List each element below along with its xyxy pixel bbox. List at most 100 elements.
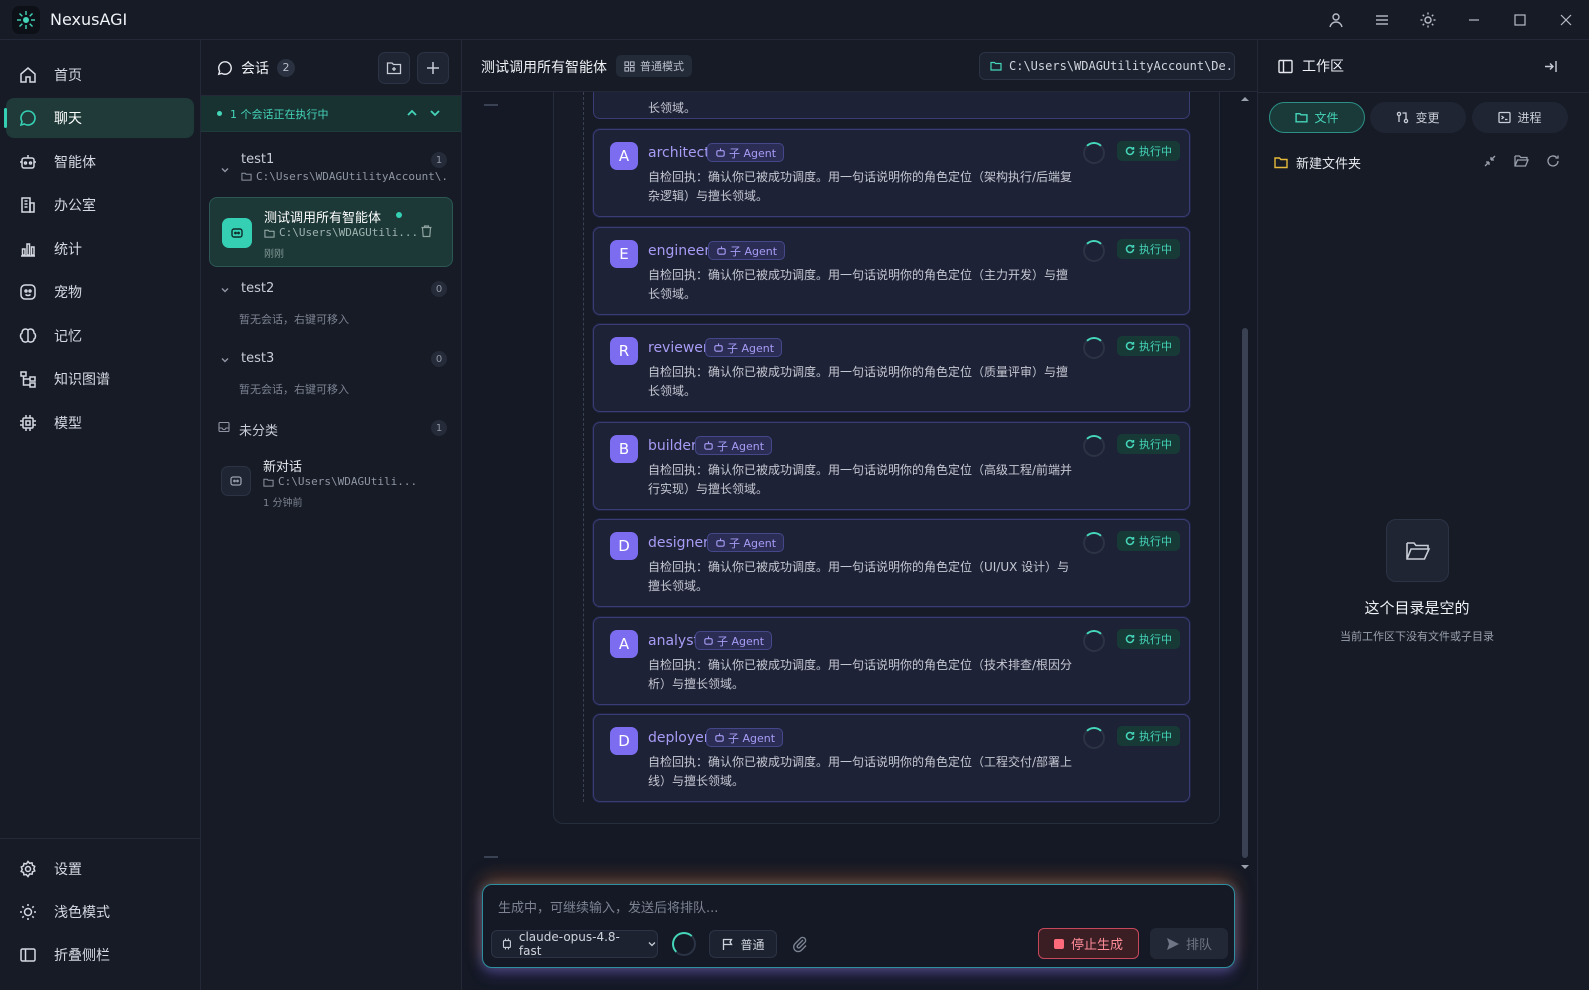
nav-item-home[interactable]: 首页 bbox=[6, 55, 194, 95]
chevron-down-icon[interactable] bbox=[220, 164, 230, 179]
tag-label: 子 Agent bbox=[717, 439, 765, 453]
new-folder-button[interactable] bbox=[378, 52, 410, 84]
tab-files[interactable]: 文件 bbox=[1269, 102, 1365, 133]
refresh-icon bbox=[1125, 341, 1135, 351]
model-select[interactable]: claude-opus-4.8-fast bbox=[491, 930, 658, 958]
maximize-icon[interactable] bbox=[1497, 0, 1543, 40]
agent-name[interactable]: architect bbox=[648, 145, 710, 161]
robot-icon bbox=[704, 636, 713, 645]
agent-name[interactable]: designer bbox=[648, 535, 709, 551]
theme-sun-icon[interactable] bbox=[1405, 0, 1451, 40]
nav-item-chat[interactable]: 聊天 bbox=[4, 98, 194, 138]
chip-icon bbox=[502, 938, 511, 950]
agent-avatar: D bbox=[610, 532, 638, 560]
send-icon bbox=[1166, 937, 1179, 950]
user-icon[interactable] bbox=[1313, 0, 1359, 40]
agent-avatar: A bbox=[610, 142, 638, 170]
scroll-thumb[interactable] bbox=[1242, 328, 1248, 858]
agent-desc: 自检回执：确认你已被成功调度。用一句话说明你的角色定位（主力开发）与擅长领域。 bbox=[648, 268, 1069, 301]
mode-label: 普通模式 bbox=[640, 60, 684, 73]
chat-title: 测试调用所有智能体 bbox=[481, 60, 607, 76]
tab-processes[interactable]: 进程 bbox=[1472, 102, 1568, 133]
mode-badge[interactable]: 普通模式 bbox=[616, 55, 692, 77]
paperclip-icon[interactable] bbox=[791, 935, 809, 953]
menu-icon[interactable] bbox=[1359, 0, 1405, 40]
empty-folder-icon bbox=[1386, 519, 1449, 582]
agent-card-analyst[interactable]: Aanalyst 子 Agent 自检回执：确认你已被成功调度。用一句话说明你的角色… bbox=[593, 617, 1190, 705]
refresh-icon bbox=[1125, 146, 1135, 156]
trash-icon[interactable] bbox=[420, 224, 433, 242]
nav-item-light-mode[interactable]: 浅色模式 bbox=[6, 892, 194, 932]
nav-item-collapse-sidebar[interactable]: 折叠侧栏 bbox=[6, 935, 194, 975]
chat-scroll-area[interactable]: 长领域。 Aarchitect 子 Agent 自检回执：确认你已被成功调度。用一句… bbox=[462, 92, 1257, 912]
agent-name[interactable]: reviewer bbox=[648, 340, 709, 356]
queue-button[interactable]: 排队 bbox=[1150, 928, 1228, 959]
group-test2[interactable]: test2 0 bbox=[215, 281, 447, 297]
workspace-path[interactable]: C:\Users\WDAGUtilityAccount\De... bbox=[979, 52, 1235, 80]
nav-item-stats[interactable]: 统计 bbox=[6, 229, 194, 269]
agent-card-architect[interactable]: Aarchitect 子 Agent 自检回执：确认你已被成功调度。用一句话说明你的… bbox=[593, 129, 1190, 217]
knowledge-graph-icon bbox=[18, 369, 38, 389]
nav-label: 设置 bbox=[54, 862, 82, 878]
group-count-badge: 0 bbox=[431, 351, 447, 367]
collapse-panel-icon[interactable] bbox=[1543, 59, 1558, 78]
close-icon[interactable] bbox=[1543, 0, 1589, 40]
folder-icon bbox=[264, 228, 275, 243]
chevron-down-icon[interactable] bbox=[429, 107, 441, 122]
nav-item-settings[interactable]: 设置 bbox=[6, 849, 194, 889]
refresh-icon bbox=[1125, 731, 1135, 741]
agent-name[interactable]: engineer bbox=[648, 243, 710, 259]
chevron-up-icon[interactable] bbox=[406, 107, 418, 122]
agent-card-builder[interactable]: Bbuilder 子 Agent 自检回执：确认你已被成功调度。用一句话说明你的角色… bbox=[593, 422, 1190, 510]
group-uncategorized[interactable]: 未分类 1 bbox=[215, 420, 447, 439]
loading-spinner-icon bbox=[1083, 337, 1105, 359]
scroll-up-icon[interactable] bbox=[1238, 94, 1252, 104]
tag-label: 子 Agent bbox=[729, 536, 777, 550]
stop-generation-button[interactable]: 停止生成 bbox=[1038, 928, 1139, 959]
chat-scrollbar[interactable] bbox=[1238, 94, 1252, 872]
workspace-title: 工作区 bbox=[1302, 59, 1344, 75]
session-time: 刚刚 bbox=[264, 249, 284, 260]
app-title: NexusAGI bbox=[50, 10, 128, 29]
tab-changes[interactable]: 变更 bbox=[1370, 102, 1466, 133]
agent-card-designer[interactable]: Ddesigner 子 Agent 自检回执：确认你已被成功调度。用一句话说明你的角… bbox=[593, 519, 1190, 607]
running-sessions-bar[interactable]: 1 个会话正在执行中 bbox=[201, 96, 461, 132]
session-chat-icon bbox=[222, 218, 252, 248]
agent-name[interactable]: builder bbox=[648, 438, 697, 454]
agent-card-reviewer[interactable]: Rreviewer 子 Agent 自检回执：确认你已被成功调度。用一句话说明你的角… bbox=[593, 324, 1190, 412]
collapse-all-icon[interactable] bbox=[1483, 154, 1497, 172]
mode-button[interactable]: 普通 bbox=[709, 930, 777, 958]
chat-icon bbox=[217, 60, 233, 76]
agent-card-engineer[interactable]: Eengineer 子 Agent 自检回执：确认你已被成功调度。用一句话说明你的角… bbox=[593, 227, 1190, 315]
folder-icon bbox=[990, 61, 1002, 71]
group-test1[interactable]: test1 1 bbox=[215, 152, 447, 168]
open-folder-icon[interactable] bbox=[1514, 154, 1529, 172]
nav-item-office[interactable]: 办公室 bbox=[6, 185, 194, 225]
nav-item-models[interactable]: 模型 bbox=[6, 403, 194, 443]
status-label: 执行中 bbox=[1139, 145, 1172, 158]
scroll-down-icon[interactable] bbox=[1238, 862, 1252, 872]
message-input[interactable] bbox=[498, 897, 1198, 919]
nav-item-memory[interactable]: 记忆 bbox=[6, 316, 194, 356]
agent-card-fragment: 长领域。 bbox=[593, 92, 1190, 119]
session-item-active[interactable]: 测试调用所有智能体 C:\Users\WDAGUtili... 刚刚 bbox=[209, 197, 453, 267]
nav-item-pet[interactable]: 宠物 bbox=[6, 272, 194, 312]
nav-label: 知识图谱 bbox=[54, 372, 110, 388]
folder-row[interactable]: 新建文件夹 bbox=[1274, 152, 1574, 172]
robot-icon bbox=[714, 343, 723, 352]
session-item[interactable]: 新对话 C:\Users\WDAGUtili... 1 分钟前 bbox=[209, 446, 453, 510]
refresh-icon[interactable] bbox=[1546, 154, 1560, 172]
nav-item-knowledge-graph[interactable]: 知识图谱 bbox=[6, 359, 194, 399]
empty-title: 这个目录是空的 bbox=[1364, 599, 1470, 617]
agent-name[interactable]: analyst bbox=[648, 633, 699, 649]
group-test3[interactable]: test3 0 bbox=[215, 351, 447, 367]
nav-item-agents[interactable]: 智能体 bbox=[6, 142, 194, 182]
agent-card-deployer[interactable]: Ddeployer 子 Agent 自检回执：确认你已被成功调度。用一句话说明你的角… bbox=[593, 714, 1190, 802]
agent-avatar: B bbox=[610, 435, 638, 463]
loading-spinner-icon bbox=[1083, 142, 1105, 164]
robot-icon bbox=[717, 246, 726, 255]
agent-name[interactable]: deployer bbox=[648, 730, 710, 746]
status-badge: 执行中 bbox=[1117, 239, 1180, 259]
minimize-icon[interactable] bbox=[1451, 0, 1497, 40]
new-session-button[interactable] bbox=[417, 52, 449, 84]
